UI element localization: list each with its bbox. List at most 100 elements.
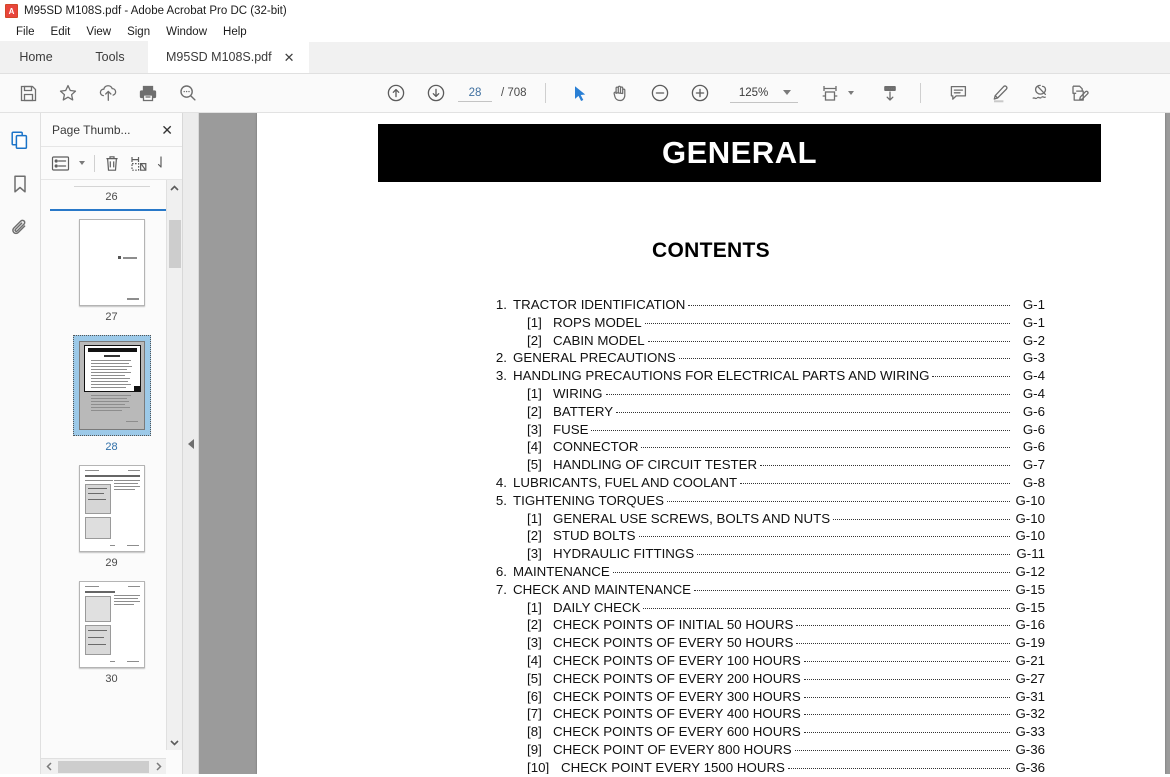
thumbnail-size-button[interactable] xyxy=(48,150,73,176)
thumbnail-item[interactable]: 29 xyxy=(78,465,145,581)
toc-label: WIRING xyxy=(553,385,603,401)
highlight-button[interactable] xyxy=(979,74,1019,113)
toc-subnumber: [1] xyxy=(527,599,542,615)
thumbnail-number-28[interactable]: 28 xyxy=(105,441,117,453)
scrollbar-thumb[interactable] xyxy=(169,220,181,268)
toc-subnumber: [3] xyxy=(527,421,542,437)
toc-row[interactable]: [2] BATTERY G-6 xyxy=(485,403,1045,421)
toc-row[interactable]: 4. LUBRICANTS, FUEL AND COOLANT G-8 xyxy=(485,474,1045,492)
toc-row[interactable]: [4] CHECK POINTS OF EVERY 100 HOURS G-21 xyxy=(485,652,1045,670)
sidebar-item-page-thumbnails[interactable] xyxy=(3,123,37,157)
scroll-left-arrow-icon[interactable] xyxy=(41,759,57,775)
menu-item-file[interactable]: File xyxy=(8,25,43,39)
toc-subnumber: [4] xyxy=(527,439,542,455)
toc-row[interactable]: [10] CHECK POINT EVERY 1500 HOURS G-36 xyxy=(485,759,1045,774)
toc-row[interactable]: [5] CHECK POINTS OF EVERY 200 HOURS G-27 xyxy=(485,670,1045,688)
toc-row[interactable]: [3] HYDRAULIC FITTINGS G-11 xyxy=(485,545,1045,563)
zoom-out-button[interactable] xyxy=(640,74,680,113)
toc-row[interactable]: [3] FUSE G-6 xyxy=(485,421,1045,439)
page-number-input[interactable] xyxy=(458,84,492,102)
zoom-in-button[interactable] xyxy=(680,74,720,113)
search-icon[interactable] xyxy=(168,74,208,113)
close-panel-icon[interactable]: ✕ xyxy=(161,123,173,137)
scroll-down-arrow-icon[interactable] xyxy=(167,734,182,750)
upload-cloud-button[interactable] xyxy=(88,74,128,113)
fill-and-sign-button[interactable] xyxy=(1059,74,1099,113)
thumbnail-number-27[interactable]: 27 xyxy=(105,311,117,323)
sidebar-item-attachments[interactable] xyxy=(3,211,37,245)
toc-subnumber: [5] xyxy=(527,670,542,686)
toc-row[interactable]: [8] CHECK POINTS OF EVERY 600 HOURS G-33 xyxy=(485,723,1045,741)
favorite-star-button[interactable] xyxy=(48,74,88,113)
thumbnail-page-28-selected[interactable] xyxy=(72,335,151,436)
thumbnail-item[interactable]: 28 xyxy=(72,335,151,465)
thumbnails-vertical-scrollbar[interactable] xyxy=(166,180,182,750)
thumbnail-size-chevron-icon[interactable] xyxy=(79,161,85,165)
fit-options-chevron-icon[interactable] xyxy=(847,91,854,95)
tab-document[interactable]: M95SD M108S.pdf ✕ xyxy=(148,41,309,73)
delete-pages-button[interactable] xyxy=(100,150,124,176)
toc-row[interactable]: 5. TIGHTENING TORQUES G-10 xyxy=(485,492,1045,510)
toc-row[interactable]: 6. MAINTENANCE G-12 xyxy=(485,563,1045,581)
toc-row[interactable]: 2. GENERAL PRECAUTIONS G-3 xyxy=(485,349,1045,367)
thumbnail-item[interactable]: 27 xyxy=(78,219,145,335)
zoom-level-dropdown[interactable]: 125% xyxy=(729,84,798,103)
toc-label: HANDLING PRECAUTIONS FOR ELECTRICAL PART… xyxy=(513,368,930,384)
print-button[interactable] xyxy=(128,74,168,113)
toc-page: G-8 xyxy=(1022,474,1045,490)
extract-pages-button[interactable] xyxy=(126,150,151,176)
toc-row[interactable]: [1] WIRING G-4 xyxy=(485,385,1045,403)
toc-row[interactable]: [1] ROPS MODEL G-1 xyxy=(485,314,1045,332)
tab-home[interactable]: Home xyxy=(0,41,72,73)
thumbnails-horizontal-scrollbar[interactable] xyxy=(41,758,166,774)
toc-row[interactable]: [9] CHECK POINT OF EVERY 800 HOURS G-36 xyxy=(485,741,1045,759)
thumbnail-number-26[interactable]: 26 xyxy=(105,191,117,203)
sidebar-item-bookmarks[interactable] xyxy=(3,167,37,201)
thumbnail-page-27[interactable] xyxy=(78,219,145,306)
toc-row[interactable]: 3. HANDLING PRECAUTIONS FOR ELECTRICAL PA… xyxy=(485,367,1045,385)
menu-item-window[interactable]: Window xyxy=(158,25,215,39)
toc-row[interactable]: [2] CHECK POINTS OF INITIAL 50 HOURS G-16 xyxy=(485,616,1045,634)
toc-row[interactable]: [1] DAILY CHECK G-15 xyxy=(485,599,1045,617)
scroll-mode-button[interactable] xyxy=(870,74,910,113)
previous-page-button[interactable] xyxy=(376,74,416,113)
horizontal-scrollbar-thumb[interactable] xyxy=(58,760,149,773)
toc-page: G-1 xyxy=(1022,314,1045,330)
toc-leader xyxy=(591,429,1010,431)
toc-row[interactable]: [2] STUD BOLTS G-10 xyxy=(485,527,1045,545)
menu-item-view[interactable]: View xyxy=(78,25,119,39)
menu-item-sign[interactable]: Sign xyxy=(119,25,158,39)
thumbnail-number-30[interactable]: 30 xyxy=(105,673,117,685)
toc-row[interactable]: 7. CHECK AND MAINTENANCE G-15 xyxy=(485,581,1045,599)
save-button[interactable] xyxy=(8,74,48,113)
toc-row[interactable]: 1. TRACTOR IDENTIFICATION G-1 xyxy=(485,296,1045,314)
menu-item-help[interactable]: Help xyxy=(215,25,255,39)
toc-row[interactable]: [5] HANDLING OF CIRCUIT TESTER G-7 xyxy=(485,456,1045,474)
collapse-sidebar-button[interactable] xyxy=(183,113,199,774)
tab-tools[interactable]: Tools xyxy=(72,41,148,73)
toc-subnumber: [10] xyxy=(527,759,550,774)
document-viewer[interactable]: GENERAL CONTENTS 1. TRACTOR IDENTIFICATIO… xyxy=(199,113,1170,774)
thumbnail-page-29[interactable] xyxy=(78,465,145,552)
next-page-button[interactable] xyxy=(416,74,456,113)
close-icon[interactable]: ✕ xyxy=(284,51,295,64)
draw-signature-button[interactable] xyxy=(1019,74,1059,113)
select-tool-button[interactable] xyxy=(560,74,600,113)
menu-item-edit[interactable]: Edit xyxy=(43,25,79,39)
hand-tool-button[interactable] xyxy=(600,74,640,113)
toc-row[interactable]: [7] CHECK POINTS OF EVERY 400 HOURS G-32 xyxy=(485,705,1045,723)
thumbnail-page-30[interactable] xyxy=(78,581,145,668)
comment-button[interactable] xyxy=(939,74,979,113)
thumbnails-list[interactable]: 26 27 28 29 30 xyxy=(41,180,182,774)
thumbnail-number-29[interactable]: 29 xyxy=(105,557,117,569)
toc-row[interactable]: [4] CONNECTOR G-6 xyxy=(485,438,1045,456)
scroll-up-arrow-icon[interactable] xyxy=(167,180,182,196)
toc-row[interactable]: [3] CHECK POINTS OF EVERY 50 HOURS G-19 xyxy=(485,634,1045,652)
toc-row[interactable]: [6] CHECK POINTS OF EVERY 300 HOURS G-31 xyxy=(485,688,1045,706)
toc-row[interactable]: [2] CABIN MODEL G-2 xyxy=(485,332,1045,350)
thumbnail-item[interactable]: 30 xyxy=(78,581,145,697)
fit-width-button[interactable] xyxy=(816,74,844,113)
scroll-right-arrow-icon[interactable] xyxy=(150,759,166,775)
toc-row[interactable]: [1] GENERAL USE SCREWS, BOLTS AND NUTS G-1… xyxy=(485,510,1045,528)
insert-pages-button[interactable] xyxy=(153,150,169,176)
